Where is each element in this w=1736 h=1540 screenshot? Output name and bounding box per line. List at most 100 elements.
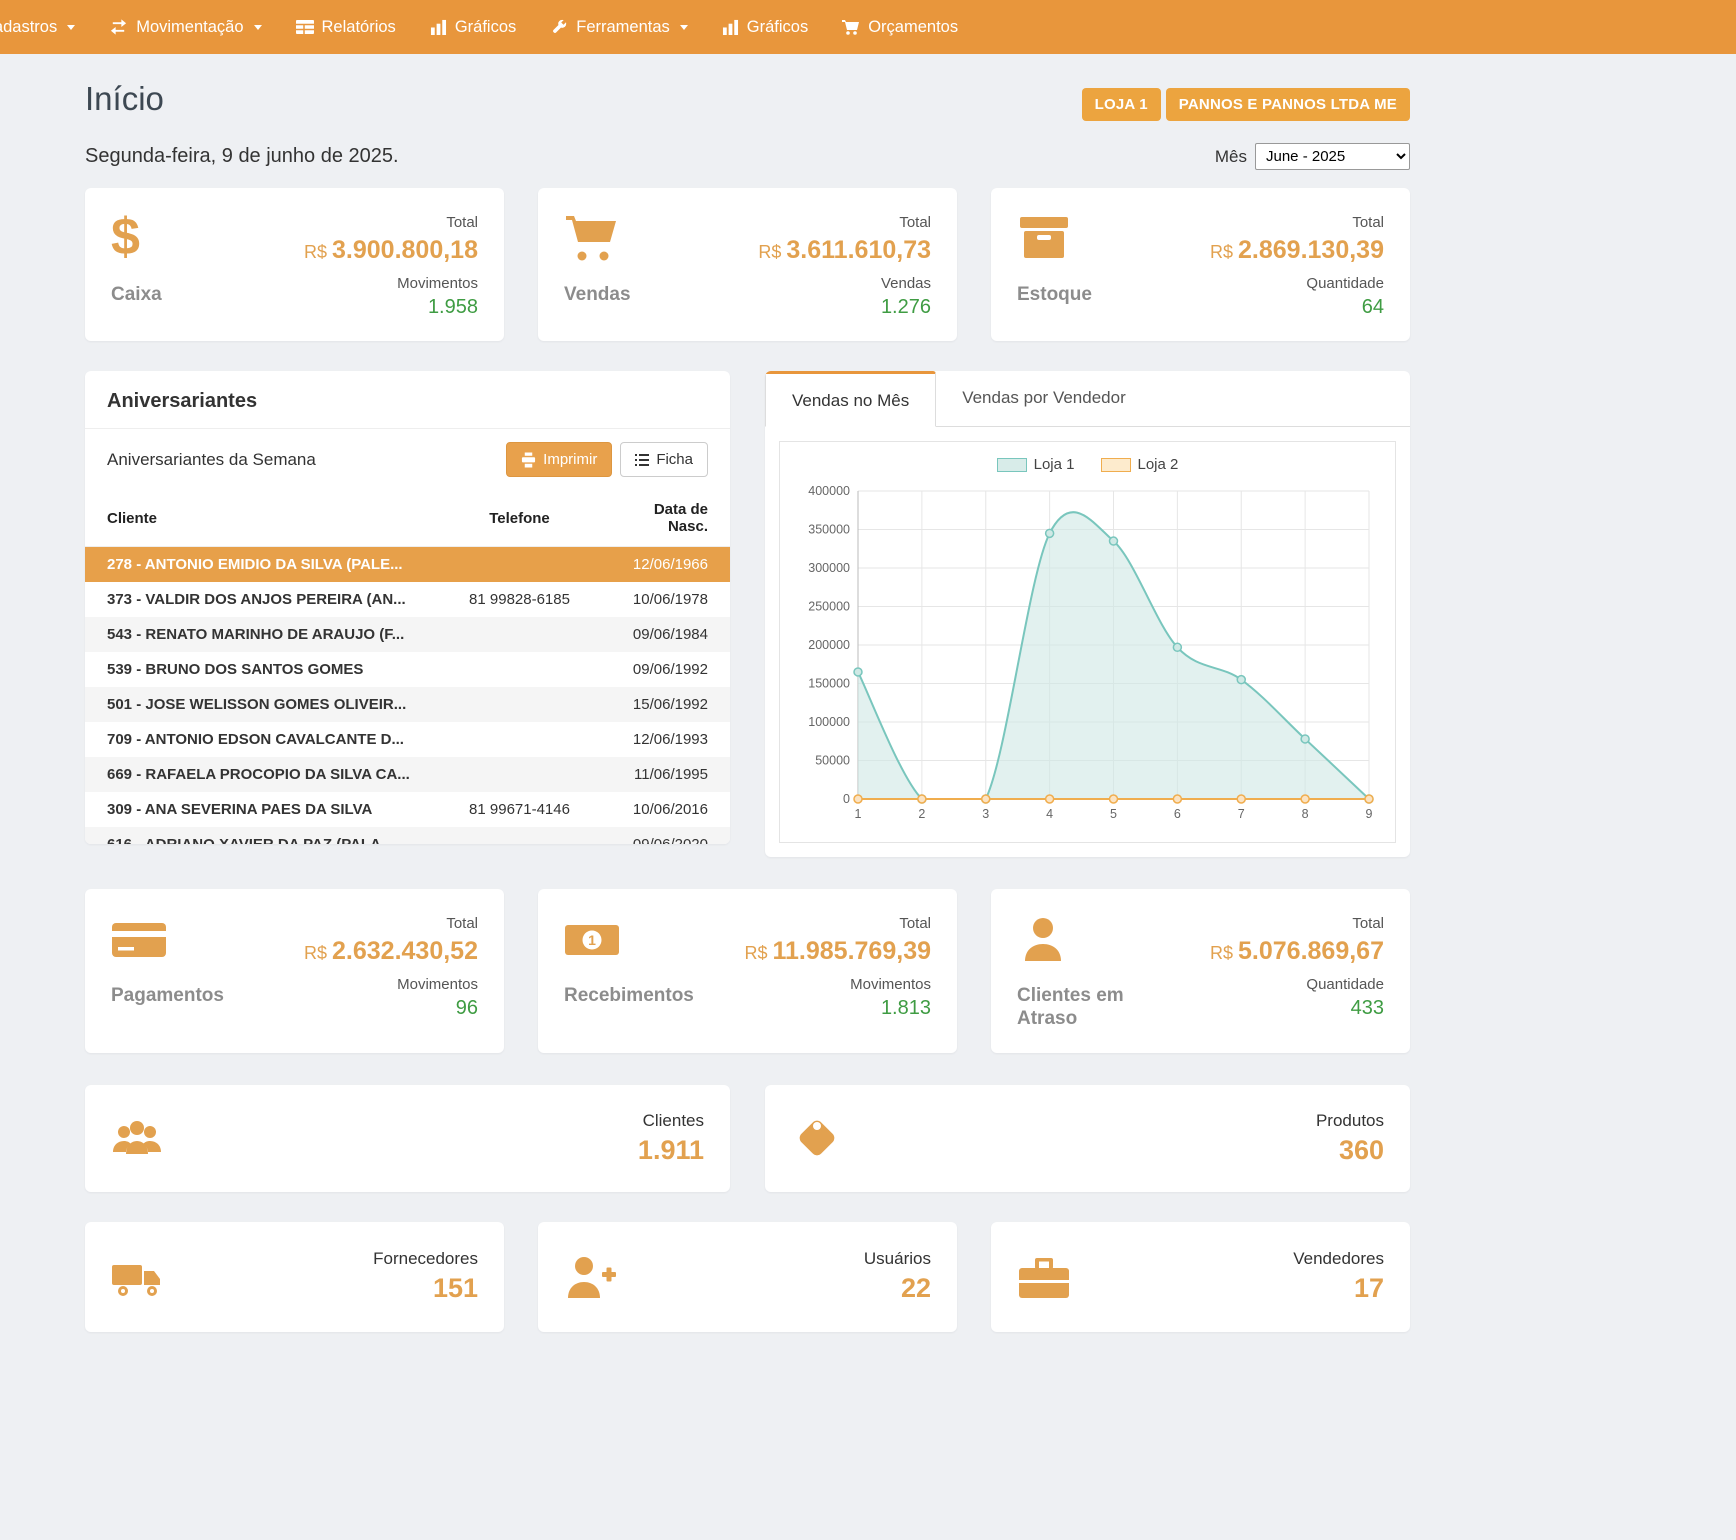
sub-value: 1.958 [304,296,478,319]
table-row[interactable]: 309 - ANA SEVERINA PAES DA SILVA81 99671… [85,792,730,827]
table-row[interactable]: 539 - BRUNO DOS SANTOS GOMES09/06/1992 [85,652,730,687]
svg-text:1: 1 [588,932,596,948]
nav-item-relatorios[interactable]: Relatórios [279,0,413,54]
tab-vendas-por-vendedor[interactable]: Vendas por Vendedor [936,371,1152,426]
sales-chart: 0500001000001500002000002500003000003500… [788,479,1383,829]
total-label: Total [304,915,478,932]
panel-title: Aniversariantes [85,371,730,429]
bar-chart-icon [430,19,447,35]
table-row[interactable]: 616 - ADRIANO XAVIER DA PAZ (PALA...09/0… [85,827,730,844]
aniversariantes-panel: Aniversariantes Aniversariantes da Seman… [85,371,730,844]
credit-card-icon [111,915,167,963]
ficha-button[interactable]: Ficha [620,442,708,477]
page-title: Início [85,80,164,118]
svg-text:4: 4 [1046,807,1053,821]
nav-item-cadastros[interactable]: Cadastros [0,0,92,54]
wrench-icon [550,18,568,36]
sub-label: Quantidade [1210,275,1384,292]
nav-item-graficos-1[interactable]: Gráficos [413,0,533,54]
birthdays-table: Cliente Telefone Data de Nasc. 278 - ANT… [85,490,730,844]
card-label: Clientes em Atraso [1017,985,1147,1031]
nav-item-ferramentas[interactable]: Ferramentas [533,0,705,54]
table-row[interactable]: 669 - RAFAELA PROCOPIO DA SILVA CA...11/… [85,757,730,792]
card-label: Caixa [111,284,162,307]
counter-label: Clientes [638,1111,704,1131]
company-badge[interactable]: PANNOS E PANNOS LTDA ME [1166,88,1410,121]
counter-value: 17 [1293,1273,1384,1304]
svg-text:300000: 300000 [808,561,850,575]
counter-value: 1.911 [638,1135,704,1166]
store-badges: LOJA 1 PANNOS E PANNOS LTDA ME [1082,88,1410,121]
printer-icon [521,452,536,468]
fornecedores-card: Fornecedores 151 [85,1222,504,1332]
table-header-row: Cliente Telefone Data de Nasc. [85,490,730,547]
table-row[interactable]: 501 - JOSE WELISSON GOMES OLIVEIR...15/0… [85,687,730,722]
svg-text:50000: 50000 [815,754,850,768]
total-label: Total [758,214,931,231]
sales-panel: Vendas no Mês Vendas por Vendedor Loja 1… [765,371,1410,857]
caixa-card: $ Caixa Total R$3.900.800,18 Movimentos … [85,188,504,341]
truck-icon [111,1255,163,1299]
nav-item-label: Gráficos [455,18,516,37]
legend-label: Loja 1 [1034,456,1075,473]
list-icon [635,454,649,466]
svg-text:400000: 400000 [808,484,850,498]
chevron-down-icon [67,25,75,30]
swap-arrows-icon [109,19,128,35]
nav-item-label: Cadastros [0,18,57,37]
total-value: R$5.076.869,67 [1210,937,1384,966]
card-label: Pagamentos [111,985,224,1008]
svg-text:7: 7 [1238,807,1245,821]
card-label: Recebimentos [564,985,694,1008]
dollar-icon: $ [111,214,140,261]
tag-icon [791,1112,843,1164]
sub-value: 64 [1210,296,1384,319]
nav-item-label: Ferramentas [576,18,670,37]
chevron-down-icon [680,25,688,30]
nav-item-label: Gráficos [747,18,808,37]
current-date: Segunda-feira, 9 de junho de 2025. [85,145,399,168]
store-badge[interactable]: LOJA 1 [1082,88,1161,121]
legend-label: Loja 2 [1138,456,1179,473]
total-value: R$2.632.430,52 [304,937,478,966]
sub-value: 433 [1210,997,1384,1020]
svg-text:0: 0 [843,792,850,806]
col-cliente: Cliente [85,490,437,547]
svg-text:9: 9 [1366,807,1373,821]
produtos-card: Produtos 360 [765,1085,1410,1192]
chart-legend: Loja 1 Loja 2 [788,456,1387,473]
bar-chart-icon [722,19,739,35]
table-row[interactable]: 373 - VALDIR DOS ANJOS PEREIRA (AN...81 … [85,582,730,617]
total-label: Total [744,915,931,932]
table-row[interactable]: 278 - ANTONIO EMIDIO DA SILVA (PALE...12… [85,547,730,583]
table-row[interactable]: 543 - RENATO MARINHO DE ARAUJO (F...09/0… [85,617,730,652]
month-select[interactable]: June - 2025 [1255,143,1410,170]
col-telefone: Telefone [437,490,602,547]
total-label: Total [1210,915,1384,932]
print-button[interactable]: Imprimir [506,442,612,477]
counter-label: Vendedores [1293,1249,1384,1269]
legend-swatch-loja2 [1101,458,1131,472]
svg-text:6: 6 [1174,807,1181,821]
table-row[interactable]: 709 - ANTONIO EDSON CAVALCANTE D...12/06… [85,722,730,757]
nav-item-graficos-2[interactable]: Gráficos [705,0,825,54]
total-value: R$11.985.769,39 [744,937,931,966]
card-label: Vendas [564,284,631,307]
total-label: Total [304,214,478,231]
tab-vendas-no-mes[interactable]: Vendas no Mês [765,371,936,427]
chart-box: Loja 1 Loja 2 05000010000015000020000025… [779,441,1396,843]
counter-label: Produtos [1316,1111,1384,1131]
nav-item-movimentacao[interactable]: Movimentação [92,0,278,54]
archive-box-icon [1017,214,1071,262]
nav-item-label: Relatórios [322,18,396,37]
chevron-down-icon [254,25,262,30]
svg-text:150000: 150000 [808,677,850,691]
nav-item-orcamentos[interactable]: Orçamentos [825,0,975,54]
birthdays-table-wrap[interactable]: Cliente Telefone Data de Nasc. 278 - ANT… [85,490,730,844]
counter-value: 151 [373,1273,478,1304]
total-value: R$2.869.130,39 [1210,236,1384,265]
svg-text:100000: 100000 [808,715,850,729]
nav-item-label: Movimentação [136,18,243,37]
shopping-cart-icon [842,19,860,35]
svg-text:1: 1 [855,807,862,821]
